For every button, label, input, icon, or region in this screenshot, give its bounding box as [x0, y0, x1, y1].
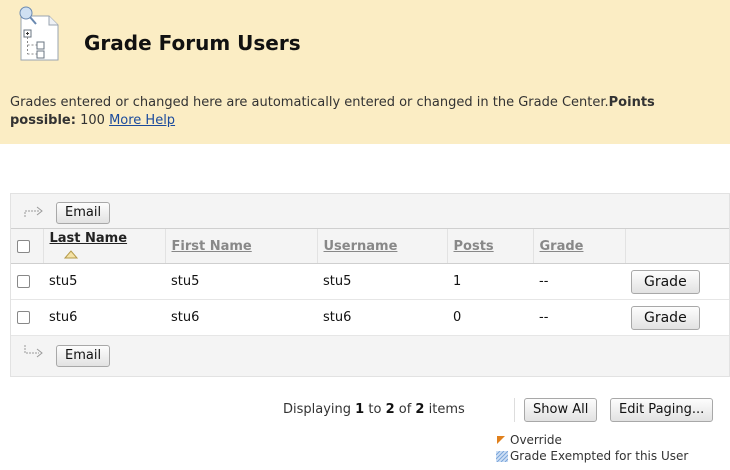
row-checkbox[interactable]: [17, 311, 30, 324]
page-title: Grade Forum Users: [84, 31, 301, 55]
legend-override-label: Override: [510, 433, 562, 447]
bottom-action-bar: Email: [11, 339, 729, 373]
sort-ascending-icon[interactable]: [63, 249, 78, 259]
top-action-bar: Email: [11, 194, 729, 228]
paging-total: 2: [415, 402, 425, 417]
posts-cell: 1: [447, 263, 533, 300]
email-button-top[interactable]: Email: [56, 202, 111, 224]
grade-center-icon: [19, 6, 59, 61]
grade-button[interactable]: Grade: [631, 269, 700, 294]
row-select-cell: [11, 263, 43, 300]
legend-exempt: Grade Exempted for this User: [496, 448, 688, 464]
first-name-cell: stu6: [165, 299, 317, 336]
last-name-cell: stu6: [43, 299, 165, 336]
legend-exempt-label: Grade Exempted for this User: [510, 449, 689, 463]
paging-prefix: Displaying: [283, 402, 352, 417]
paging-to: 2: [385, 402, 395, 417]
instructions: Grades entered or changed here are autom…: [10, 94, 710, 130]
paging-to-word: to: [368, 402, 382, 417]
paging-of-word: of: [398, 402, 412, 417]
points-value: 100: [80, 113, 105, 128]
action-cell: Grade: [625, 299, 729, 336]
grade-header-label[interactable]: Grade: [540, 239, 584, 254]
users-grid: Email Last Name First Name Username Post…: [10, 193, 730, 377]
table-row: stu5 stu5 stu5 1 -- Grade: [11, 263, 729, 300]
paging-from: 1: [355, 402, 365, 417]
username-header-label[interactable]: Username: [324, 239, 398, 254]
last-name-header-label[interactable]: Last Name: [50, 231, 128, 246]
paging-divider: [514, 398, 515, 422]
edit-paging-button[interactable]: Edit Paging...: [610, 398, 714, 422]
posts-header[interactable]: Posts: [446, 228, 533, 264]
first-name-header[interactable]: First Name: [164, 228, 317, 264]
legend-override: Override: [496, 432, 688, 448]
show-all-button[interactable]: Show All: [524, 398, 598, 422]
username-cell: stu5: [317, 263, 447, 300]
more-help-link[interactable]: More Help: [109, 113, 175, 128]
paging-summary: Displaying 1 to 2 of 2 items: [283, 402, 465, 417]
paging-bar: Displaying 1 to 2 of 2 items Show All Ed…: [0, 398, 730, 424]
select-all-checkbox[interactable]: [17, 239, 30, 253]
first-name-header-label[interactable]: First Name: [172, 239, 252, 254]
grade-legend: Override Grade Exempted for this User: [496, 432, 688, 464]
users-table: Last Name First Name Username Posts Grad…: [11, 228, 729, 336]
grade-button[interactable]: Grade: [631, 305, 700, 330]
grade-header[interactable]: Grade: [532, 228, 625, 264]
username-header[interactable]: Username: [316, 228, 447, 264]
grade-cell: --: [533, 263, 625, 300]
page-header: Grade Forum Users Grades entered or chan…: [0, 0, 730, 144]
grade-cell: --: [533, 299, 625, 336]
last-name-cell: stu5: [43, 263, 165, 300]
select-all-cell: [11, 228, 43, 264]
actions-header: [624, 228, 729, 264]
posts-cell: 0: [447, 299, 533, 336]
table-header-row: Last Name First Name Username Posts Grad…: [11, 228, 729, 264]
instructions-text: Grades entered or changed here are autom…: [10, 95, 609, 110]
posts-header-label[interactable]: Posts: [454, 239, 494, 254]
action-cell: Grade: [625, 263, 729, 300]
override-flag-icon: [497, 436, 505, 444]
last-name-header[interactable]: Last Name: [42, 228, 165, 264]
arrow-icon: [24, 206, 43, 217]
table-row: stu6 stu6 stu6 0 -- Grade: [11, 299, 729, 336]
arrow-icon: [24, 345, 43, 358]
first-name-cell: stu5: [165, 263, 317, 300]
username-cell: stu6: [317, 299, 447, 336]
exempt-pattern-icon: [496, 451, 508, 462]
email-button-bottom[interactable]: Email: [56, 345, 111, 367]
row-select-cell: [11, 299, 43, 336]
paging-suffix: items: [428, 402, 465, 417]
row-checkbox[interactable]: [17, 275, 30, 288]
